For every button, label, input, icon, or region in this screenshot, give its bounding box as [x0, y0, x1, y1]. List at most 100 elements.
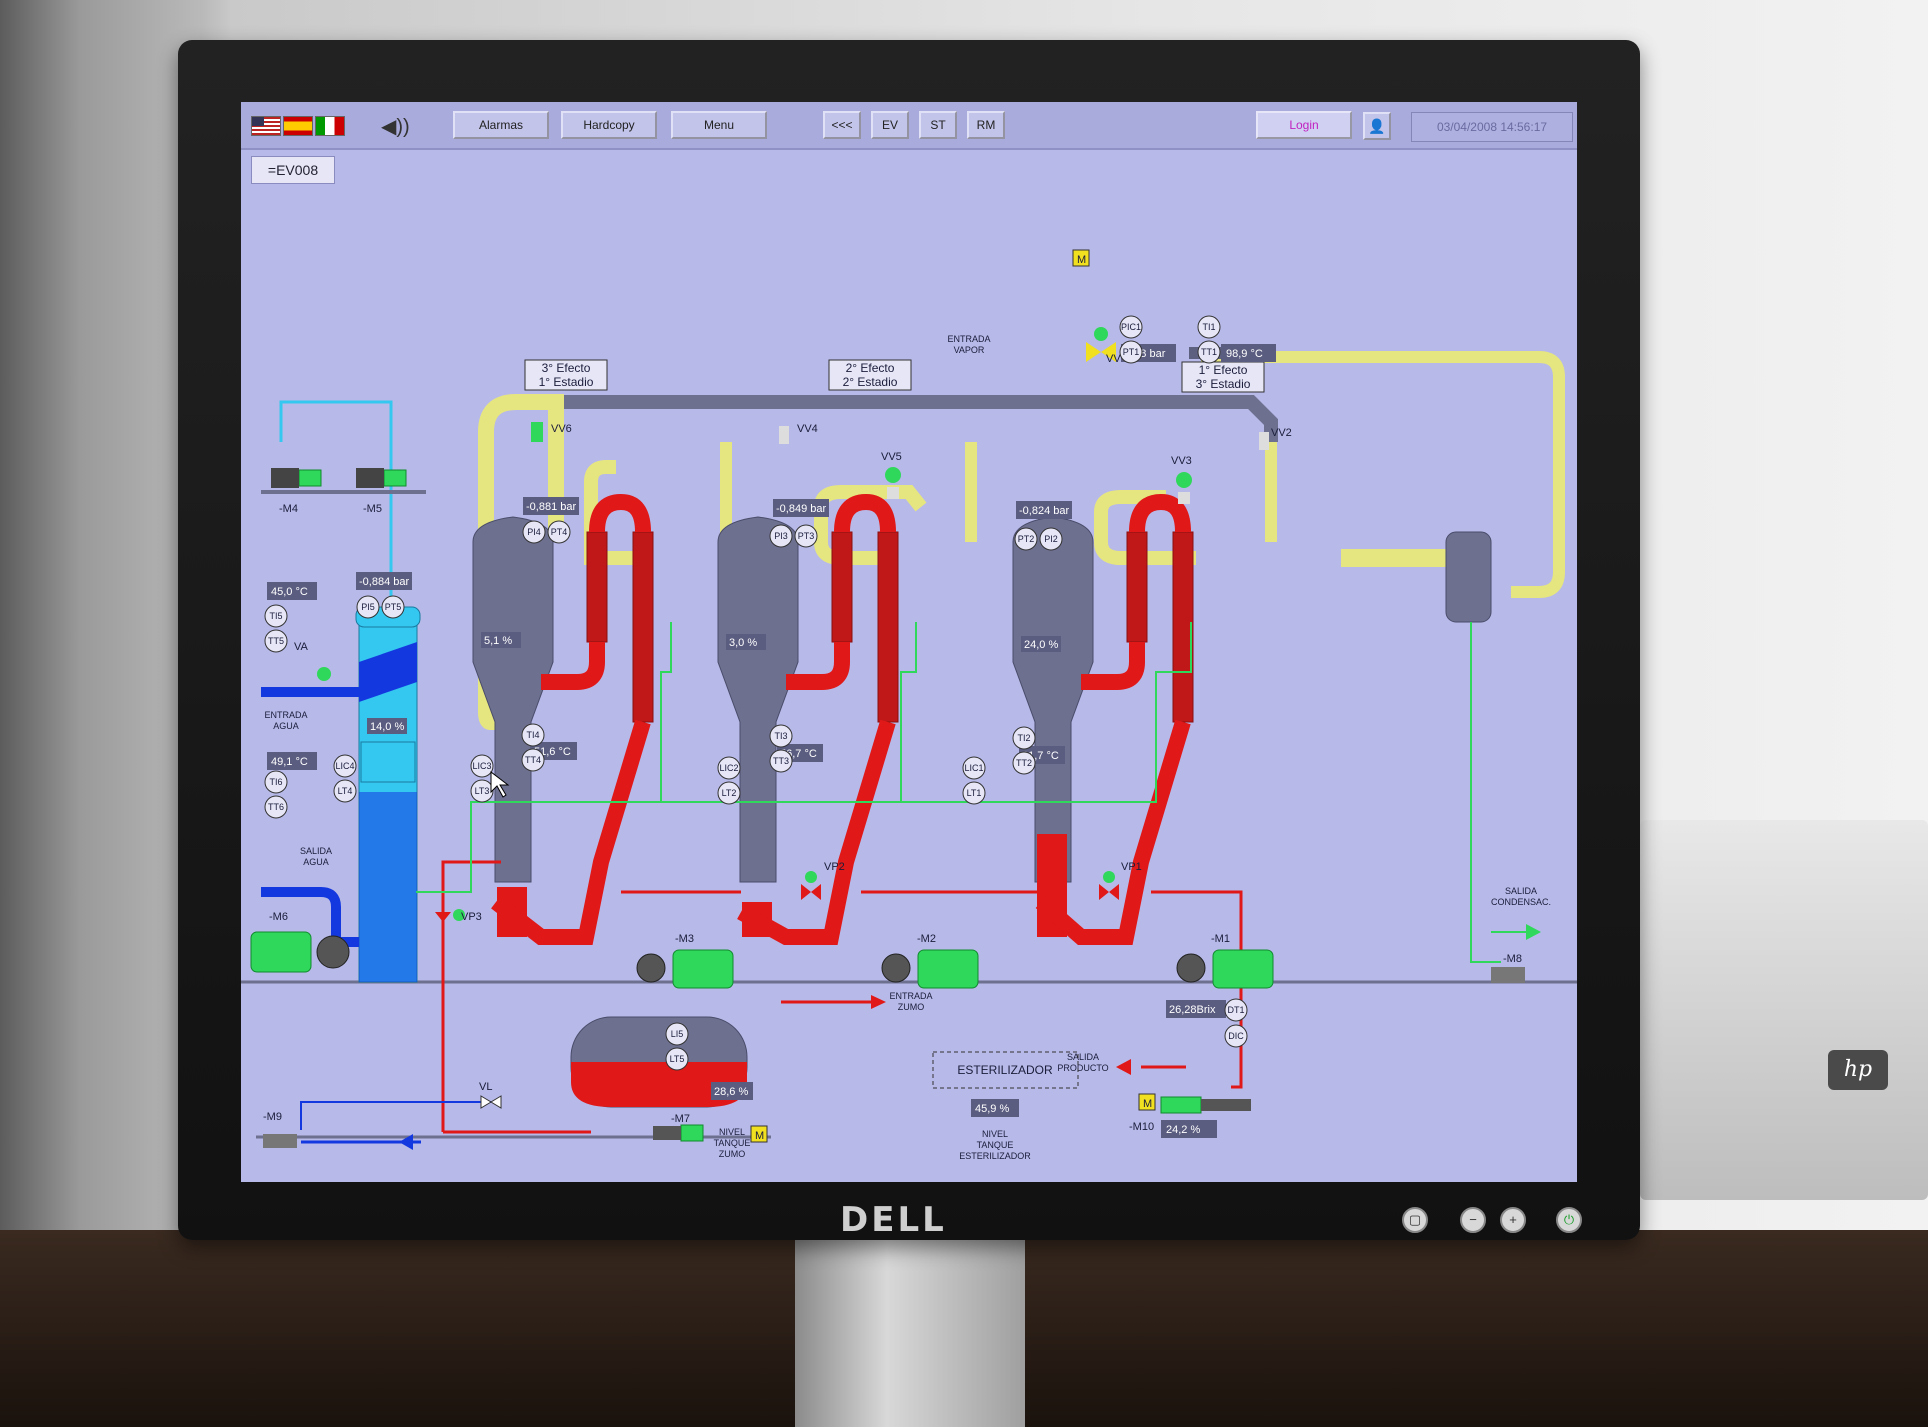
instrument-pic1[interactable]: PIC1 — [1119, 315, 1143, 339]
stage-2-line-1: 2° Efecto — [846, 361, 895, 375]
instrument-lic2[interactable]: LIC2 — [717, 756, 741, 780]
instrument-ti3[interactable]: TI3 — [769, 724, 793, 748]
instrument-pt4[interactable]: PT4 — [547, 520, 571, 544]
instrument-tt5[interactable]: TT5 — [264, 629, 288, 653]
salida-producto-1: SALIDA — [1067, 1052, 1099, 1062]
monitor-input-button[interactable]: ▢ — [1402, 1207, 1428, 1233]
instrument-lic4[interactable]: LIC4 — [333, 754, 357, 778]
valve-vp1[interactable] — [1099, 871, 1119, 900]
motor-label-m1: -M1 — [1211, 933, 1230, 945]
svg-text:PT2: PT2 — [1018, 534, 1035, 544]
salida-agua-2: AGUA — [303, 857, 329, 867]
motor-m2 — [881, 949, 979, 989]
stage-3-line-1: 3° Efecto — [542, 361, 591, 375]
cooling-water-header — [279, 400, 393, 442]
motor-label-m2: -M2 — [917, 933, 936, 945]
stage-1-line-2: 3° Estadio — [1196, 377, 1251, 391]
valve-label-vp3: VP3 — [461, 911, 482, 923]
svg-text:LI5: LI5 — [671, 1029, 684, 1039]
monitor-minus-button[interactable]: − — [1460, 1207, 1486, 1233]
instrument-tt3[interactable]: TT3 — [769, 749, 793, 773]
instrument-li5[interactable]: LI5 — [665, 1022, 689, 1046]
instrument-ti6[interactable]: TI6 — [264, 770, 288, 794]
instrument-tt1[interactable]: TT1 — [1197, 340, 1221, 364]
instrument-ti2[interactable]: TI2 — [1012, 726, 1036, 750]
condensate-out-arrow — [1526, 924, 1541, 940]
monitor-plus-button[interactable]: + — [1500, 1207, 1526, 1233]
instrument-ti1[interactable]: TI1 — [1197, 315, 1221, 339]
instrument-lt2[interactable]: LT2 — [717, 781, 741, 805]
readout-p-ev1: -0,824 bar — [1016, 501, 1072, 519]
svg-text:TI5: TI5 — [269, 611, 282, 621]
svg-text:LT3: LT3 — [475, 786, 490, 796]
valve-vv4[interactable] — [779, 426, 789, 444]
instrument-lic1[interactable]: LIC1 — [962, 756, 986, 780]
vapor-header-pipe — [551, 395, 1278, 442]
svg-text:LIC2: LIC2 — [719, 763, 738, 773]
instrument-dic[interactable]: DIC — [1224, 1024, 1248, 1048]
motor-label-m10: -M10 — [1129, 1121, 1154, 1133]
instrument-pt3[interactable]: PT3 — [794, 524, 818, 548]
stage-2-line-2: 2° Estadio — [843, 375, 898, 389]
nivel-zumo-3: ZUMO — [719, 1149, 746, 1159]
instrument-pi2[interactable]: PI2 — [1039, 527, 1063, 551]
instrument-lt5[interactable]: LT5 — [665, 1047, 689, 1071]
instrument-dt1[interactable]: DT1 — [1224, 998, 1248, 1022]
instrument-lt3[interactable]: LT3 — [470, 779, 494, 803]
salida-agua-1: SALIDA — [300, 846, 332, 856]
svg-text:TT5: TT5 — [268, 636, 284, 646]
instrument-pi3[interactable]: PI3 — [769, 524, 793, 548]
svg-text:TI3: TI3 — [774, 731, 787, 741]
instrument-pt1[interactable]: PT1 — [1119, 340, 1143, 364]
background-pc-case — [0, 0, 200, 1427]
motor-m3 — [636, 949, 734, 989]
valve-label-vl: VL — [479, 1081, 492, 1093]
nivel-zumo-1: NIVEL — [719, 1127, 745, 1137]
instrument-lt1[interactable]: LT1 — [962, 781, 986, 805]
condenser-vessel — [1445, 531, 1492, 623]
instrument-ti4[interactable]: TI4 — [521, 723, 545, 747]
instrument-tt6[interactable]: TT6 — [264, 795, 288, 819]
instrument-pt2[interactable]: PT2 — [1014, 527, 1038, 551]
salida-condensado-2: CONDENSAC. — [1491, 897, 1551, 907]
readout-t-out-water: 49,1 °C — [267, 752, 317, 770]
valve-vv5[interactable] — [885, 467, 901, 499]
svg-text:24,2 %: 24,2 % — [1166, 1124, 1200, 1136]
valve-vv3[interactable] — [1176, 472, 1192, 504]
instrument-pi4[interactable]: PI4 — [522, 520, 546, 544]
background-printer: hp — [1640, 820, 1928, 1200]
sterilizer-label: ESTERILIZADOR — [957, 1063, 1053, 1077]
valve-vv6[interactable] — [531, 422, 543, 442]
svg-text:PI2: PI2 — [1044, 534, 1058, 544]
svg-text:PI3: PI3 — [774, 531, 788, 541]
monitor-power-button[interactable]: ⏻ — [1556, 1207, 1582, 1233]
motor-label-m7: -M7 — [671, 1113, 690, 1125]
readout-level-ev3: 5,1 % — [481, 632, 521, 648]
motor-label-m4: -M4 — [279, 503, 298, 515]
valve-va[interactable] — [317, 667, 331, 681]
instrument-tt4[interactable]: TT4 — [521, 748, 545, 772]
motor-label-m8: -M8 — [1503, 953, 1522, 965]
svg-text:45,0 °C: 45,0 °C — [271, 586, 308, 598]
svg-text:26,28Brix: 26,28Brix — [1169, 1004, 1216, 1016]
svg-text:14,0 %: 14,0 % — [370, 721, 404, 733]
m-box-label: M — [1077, 254, 1086, 266]
motor-m10 — [1160, 1096, 1251, 1114]
instrument-lic3[interactable]: LIC3 — [470, 754, 494, 778]
svg-text:98,9 °C: 98,9 °C — [1226, 348, 1263, 360]
pump-m9 — [263, 1134, 297, 1148]
instrument-tt2[interactable]: TT2 — [1012, 751, 1036, 775]
entrada-zumo-1: ENTRADA — [889, 991, 932, 1001]
svg-text:LT4: LT4 — [338, 786, 353, 796]
valve-vl[interactable] — [480, 1095, 502, 1109]
motor-m5 — [356, 468, 407, 488]
valve-vp2[interactable] — [801, 871, 821, 900]
instrument-pt5[interactable]: PT5 — [381, 595, 405, 619]
valve-vv2[interactable] — [1259, 432, 1269, 450]
instrument-lt4[interactable]: LT4 — [333, 779, 357, 803]
readout-level-juice-tank: 28,6 % — [711, 1082, 753, 1100]
instrument-pi5[interactable]: PI5 — [356, 595, 380, 619]
instrument-ti5[interactable]: TI5 — [264, 604, 288, 628]
readout-level-condenser: 14,0 % — [367, 718, 407, 734]
process-diagram: M M M 3° Efecto 1° Estadio 2° Efecto 2° … — [241, 249, 1577, 1161]
